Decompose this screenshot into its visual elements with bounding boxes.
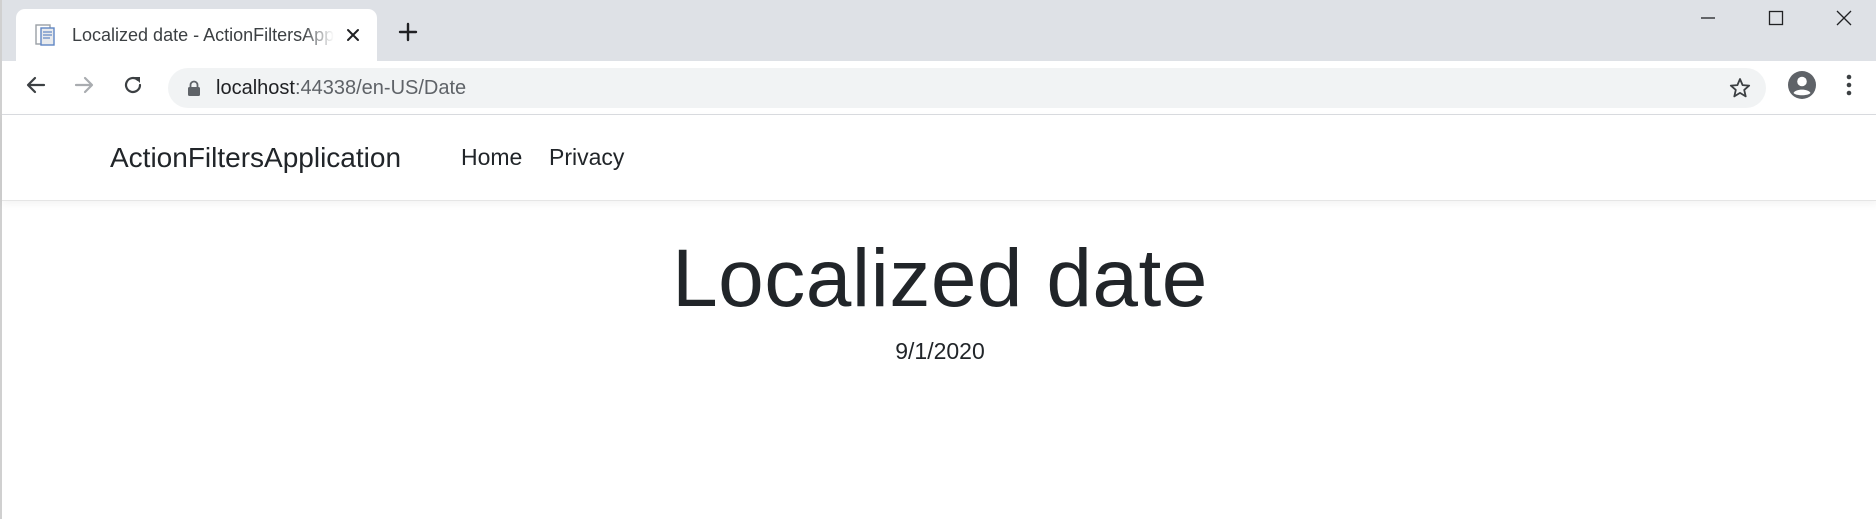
- reload-button[interactable]: [116, 70, 150, 104]
- tab-strip: Localized date - ActionFiltersApplicatio…: [2, 0, 1876, 61]
- account-circle-icon: [1787, 70, 1817, 105]
- address-bar[interactable]: localhost:44338/en-US/Date: [168, 68, 1766, 108]
- new-tab-button[interactable]: [394, 20, 422, 48]
- url-path: :44338/en-US/Date: [294, 76, 467, 99]
- minimize-icon: [1700, 10, 1716, 31]
- window-controls: [1674, 0, 1876, 40]
- minimize-button[interactable]: [1674, 0, 1742, 40]
- plus-icon: [398, 22, 418, 47]
- profile-button[interactable]: [1786, 70, 1818, 105]
- nav-link-home[interactable]: Home: [461, 144, 522, 171]
- maximize-button[interactable]: [1742, 0, 1810, 40]
- lock-icon[interactable]: [186, 79, 202, 97]
- site-navbar: ActionFiltersApplication Home Privacy: [2, 115, 1876, 201]
- arrow-right-icon: [73, 74, 95, 101]
- star-icon[interactable]: [1728, 76, 1752, 100]
- url-host: localhost: [216, 76, 295, 99]
- browser-window: Localized date - ActionFiltersApplicatio…: [0, 0, 1876, 519]
- close-icon[interactable]: [341, 23, 365, 47]
- close-window-button[interactable]: [1810, 0, 1876, 40]
- localized-date-value: 9/1/2020: [895, 338, 985, 365]
- browser-tab[interactable]: Localized date - ActionFiltersApplicatio…: [16, 9, 377, 61]
- page-icon: [34, 23, 56, 47]
- page-title: Localized date: [672, 233, 1208, 324]
- brand-link[interactable]: ActionFiltersApplication: [110, 142, 401, 174]
- back-button[interactable]: [19, 70, 53, 104]
- more-vert-icon: [1845, 73, 1853, 102]
- reload-icon: [122, 74, 144, 101]
- url-text: localhost:44338/en-US/Date: [216, 77, 466, 100]
- arrow-left-icon: [25, 74, 47, 101]
- tab-title: Localized date - ActionFiltersApplicatio…: [72, 24, 334, 45]
- browser-menu-button[interactable]: [1836, 71, 1862, 103]
- maximize-icon: [1768, 10, 1784, 31]
- browser-toolbar: localhost:44338/en-US/Date: [2, 61, 1876, 115]
- main-content: Localized date 9/1/2020: [2, 202, 1876, 365]
- forward-button[interactable]: [67, 70, 101, 104]
- close-icon: [1836, 10, 1852, 31]
- nav-link-privacy[interactable]: Privacy: [549, 144, 624, 171]
